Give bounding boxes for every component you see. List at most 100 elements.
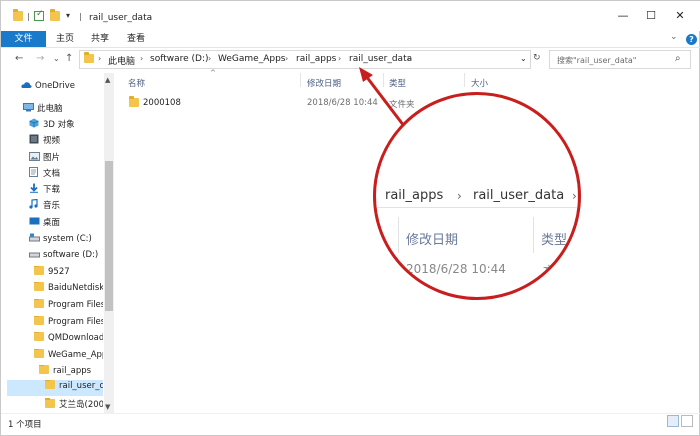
- breadcrumb-rail-user-data[interactable]: rail_user_data: [349, 54, 412, 64]
- sidebar-item-baidunetdisk[interactable]: BaiduNetdisk: [34, 282, 103, 298]
- column-divider[interactable]: [464, 73, 465, 87]
- computer-icon: [23, 103, 34, 112]
- magnified-type: 文: [543, 264, 556, 278]
- sidebar-scrollbar-thumb[interactable]: [105, 161, 113, 311]
- scroll-up-button[interactable]: ▲: [105, 76, 110, 84]
- sidebar-item-program-files[interactable]: Program Files: [34, 299, 103, 315]
- help-icon[interactable]: ?: [686, 34, 697, 45]
- sidebar-item-onedrive[interactable]: OneDrive: [21, 81, 103, 97]
- sidebar-item-pictures[interactable]: 图片: [29, 151, 103, 167]
- sidebar-item-system-c[interactable]: system (C:): [29, 233, 103, 249]
- sidebar-item-desktop[interactable]: 桌面: [29, 216, 103, 232]
- divider: [80, 13, 81, 21]
- column-header-type[interactable]: 类型: [389, 77, 406, 89]
- column-divider[interactable]: [383, 73, 384, 87]
- column-header-name[interactable]: 名称: [128, 77, 145, 89]
- sidebar-item-music[interactable]: 音乐: [29, 199, 103, 215]
- download-icon: [29, 183, 39, 193]
- breadcrumb-separator[interactable]: ›: [98, 54, 101, 63]
- sort-indicator: ^: [210, 69, 216, 77]
- music-icon: [29, 199, 39, 209]
- breadcrumb-separator[interactable]: ›: [140, 54, 143, 63]
- folder-icon: [34, 316, 44, 325]
- large-icons-view-button[interactable]: [681, 415, 693, 427]
- column-divider[interactable]: [300, 73, 301, 87]
- properties-icon[interactable]: [34, 9, 44, 21]
- tab-home[interactable]: 主页: [56, 31, 74, 47]
- back-button[interactable]: ←: [15, 53, 23, 64]
- video-icon: [29, 134, 39, 144]
- sidebar-item-rail-user-data[interactable]: rail_user_data: [7, 380, 103, 396]
- folder-icon: [45, 398, 55, 408]
- window-title: rail_user_data: [89, 13, 153, 23]
- breadcrumb-rail-apps[interactable]: rail_apps: [296, 54, 336, 64]
- divider: [376, 207, 578, 208]
- sidebar-item-9527[interactable]: 9527: [34, 266, 103, 282]
- forward-button[interactable]: →: [36, 53, 44, 64]
- folder-icon: [13, 9, 23, 21]
- recent-locations-button[interactable]: ⌄: [53, 54, 60, 63]
- picture-icon: [29, 152, 40, 161]
- close-button[interactable]: ✕: [671, 8, 689, 24]
- sidebar-item-downloads[interactable]: 下载: [29, 183, 103, 199]
- sidebar-item-ailandao[interactable]: 艾兰岛(2000: [45, 398, 103, 409]
- sidebar-item-3d-objects[interactable]: 3D 对象: [29, 118, 103, 134]
- explorer-window: ▾ rail_user_data — ☐ ✕ 文件 主页 共享 查看 ⌄ ? ←…: [0, 0, 700, 436]
- tab-view[interactable]: 查看: [127, 31, 145, 47]
- desktop-icon: [29, 217, 40, 226]
- refresh-button[interactable]: ↻: [533, 53, 541, 63]
- address-dropdown-button[interactable]: ⌄: [520, 54, 527, 63]
- folder-icon: [39, 365, 49, 374]
- divider: [533, 217, 534, 253]
- tab-file[interactable]: 文件: [1, 31, 46, 47]
- navigation-pane[interactable]: OneDrive 此电脑 3D 对象 视频 图片 文档 下载 音乐 桌面 sys…: [1, 73, 114, 409]
- drive-c-icon: [29, 233, 40, 242]
- maximize-button[interactable]: ☐: [642, 8, 660, 24]
- expand-ribbon-button[interactable]: ⌄: [670, 32, 678, 42]
- magnified-date: 2018/6/28 10:44: [406, 262, 506, 276]
- breadcrumb-software-d[interactable]: software (D:): [150, 54, 209, 64]
- quick-access-dropdown[interactable]: ▾: [66, 11, 70, 20]
- folder-icon: [34, 299, 44, 308]
- magnified-separator: ›: [572, 189, 577, 203]
- sidebar-item-wegame-apps[interactable]: WeGame_Apps: [34, 349, 103, 365]
- search-icon[interactable]: ⌕: [675, 53, 681, 64]
- folder-icon: [34, 349, 44, 358]
- magnified-crumb-rail-user-data: rail_user_data: [473, 188, 565, 203]
- new-folder-icon[interactable]: [50, 9, 60, 21]
- magnified-column-modified: 修改日期: [406, 233, 459, 248]
- divider: [28, 13, 29, 21]
- divider: [577, 177, 578, 207]
- breadcrumb-separator[interactable]: ›: [338, 54, 341, 63]
- sidebar-item-videos[interactable]: 视频: [29, 134, 103, 150]
- breadcrumb-this-pc[interactable]: 此电脑: [108, 54, 135, 67]
- sidebar-item-documents[interactable]: 文档: [29, 167, 103, 183]
- cloud-icon: [21, 81, 32, 90]
- up-button[interactable]: ↑: [65, 53, 73, 64]
- breadcrumb-wegame-apps[interactable]: WeGame_Apps: [218, 54, 285, 64]
- sidebar-item-this-pc[interactable]: 此电脑: [23, 102, 103, 118]
- breadcrumb-separator[interactable]: ›: [407, 54, 410, 63]
- magnified-separator: ›: [457, 189, 462, 203]
- minimize-button[interactable]: —: [614, 8, 632, 24]
- file-name[interactable]: 2000108: [143, 98, 181, 108]
- magnifier-callout: rail_apps › rail_user_data › 修改日期 类型 201…: [373, 92, 581, 300]
- folder-icon: [84, 52, 94, 63]
- folder-icon: [34, 282, 44, 291]
- breadcrumb-separator[interactable]: ›: [285, 54, 288, 63]
- sidebar-item-program-files-x86[interactable]: Program Files: [34, 316, 103, 332]
- sidebar-item-software-d[interactable]: software (D:): [29, 249, 103, 265]
- scroll-down-button[interactable]: ▼: [105, 403, 110, 411]
- column-header-modified[interactable]: 修改日期: [307, 77, 341, 89]
- tab-share[interactable]: 共享: [91, 31, 109, 47]
- status-bar: [1, 413, 700, 436]
- sidebar-item-qmdownload[interactable]: QMDownload: [34, 332, 103, 348]
- details-view-button[interactable]: [667, 415, 679, 427]
- cube-icon: [29, 118, 39, 128]
- column-header-size[interactable]: 大小: [471, 77, 488, 89]
- search-input[interactable]: 搜索"rail_user_data": [557, 55, 636, 66]
- folder-icon: [129, 96, 139, 107]
- sidebar-item-rail-apps[interactable]: rail_apps: [39, 365, 103, 381]
- breadcrumb-separator[interactable]: ›: [208, 54, 211, 63]
- folder-icon: [34, 332, 44, 341]
